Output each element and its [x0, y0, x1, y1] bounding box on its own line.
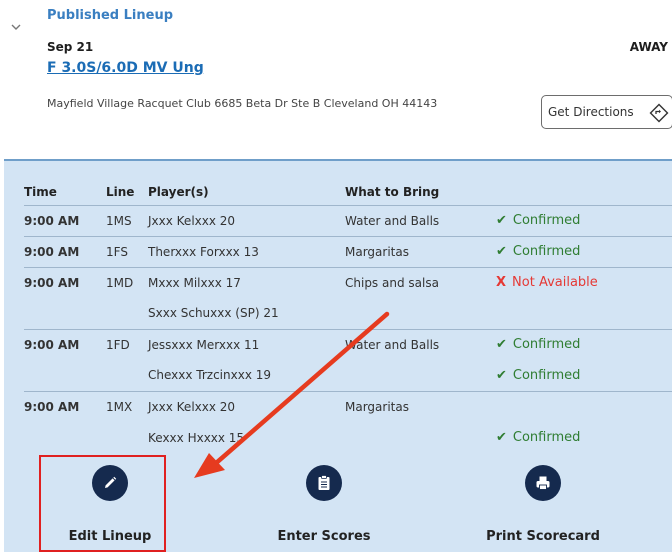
header-time: Time: [24, 184, 57, 199]
chevron-down-icon[interactable]: [9, 20, 23, 34]
home-away-badge: AWAY: [629, 40, 668, 54]
checkmark-icon: ✔: [496, 430, 507, 445]
table-row: Chexxx Trzcinxxx 19 ✔ Confirmed: [24, 360, 672, 391]
cell-what-to-bring: Margaritas: [345, 399, 409, 414]
cell-status: ✔ Confirmed: [496, 236, 672, 267]
status-badge: X Not Available: [496, 275, 598, 290]
checkmark-icon: ✔: [496, 244, 507, 259]
status-text: Confirmed: [512, 430, 581, 445]
cell-line: 1FS: [106, 244, 128, 259]
status-badge: ✔ Confirmed: [496, 368, 580, 383]
status-badge: ✔ Confirmed: [496, 337, 580, 352]
cell-time: [24, 298, 106, 329]
table-row: 9:00 AM 1FS Therxxx Forxxx 13 Margaritas ✔ Co…: [24, 236, 672, 267]
venue-address: Mayfield Village Racquet Club 6685 Beta …: [47, 97, 438, 110]
status-text: Not Available: [512, 275, 598, 291]
cell-player: Mxxx Milxxx 17: [148, 275, 241, 290]
cell-line: 1MX: [106, 399, 133, 414]
cell-time: 9:00 AM: [24, 213, 80, 228]
match-link[interactable]: F 3.0S/6.0D MV Ung: [47, 60, 204, 76]
scores-icon-circle[interactable]: [306, 465, 342, 501]
checkmark-icon: ✔: [496, 213, 507, 228]
status-badge: ✔ Confirmed: [496, 244, 580, 259]
x-icon: X: [496, 275, 507, 291]
cell-what-to-bring: [345, 422, 496, 453]
header-players: Player(s): [148, 184, 209, 199]
print-scorecard-label: Print Scorecard: [486, 529, 600, 544]
clipboard-icon: [318, 475, 330, 490]
cell-line: 1FD: [106, 337, 130, 352]
print-icon-circle[interactable]: [525, 465, 561, 501]
table-row: Kexxx Hxxxx 15 ✔ Confirmed: [24, 422, 672, 453]
cell-player: Chexxx Trzcinxxx 19: [148, 368, 271, 383]
status-text: Confirmed: [512, 244, 581, 259]
print-scorecard-button[interactable]: Print Scorecard: [453, 465, 633, 544]
header-what-to-bring: What to Bring: [345, 184, 440, 199]
table-row: 9:00 AM 1MX Jxxx Kelxxx 20 Margaritas: [24, 391, 672, 422]
cell-status: X Not Available: [496, 267, 672, 298]
get-directions-button[interactable]: Get Directions: [541, 95, 672, 129]
cell-what-to-bring: [345, 360, 496, 391]
cell-time: 9:00 AM: [24, 337, 80, 352]
table-header-row: Time Line Player(s) What to Bring: [24, 179, 672, 205]
cell-player: Sxxx Schuxxx (SP) 21: [148, 306, 279, 321]
cell-time: 9:00 AM: [24, 399, 80, 414]
cell-status: ✔ Confirmed: [496, 205, 672, 236]
cell-time: [24, 422, 106, 453]
status-text: Confirmed: [512, 367, 581, 383]
section-title: Published Lineup: [47, 8, 174, 23]
cell-line: 1MD: [106, 275, 134, 290]
enter-scores-label: Enter Scores: [277, 529, 371, 544]
cell-what-to-bring: Chips and salsa: [345, 275, 439, 290]
get-directions-label: Get Directions: [548, 105, 634, 119]
cell-status: ✔ Confirmed: [496, 360, 672, 391]
lineup-header: Published Lineup Sep 21 AWAY F 3.0S/6.0D…: [0, 0, 672, 160]
cell-line: [106, 422, 148, 453]
status-badge: ✔ Confirmed: [496, 213, 580, 228]
cell-line: [106, 298, 148, 329]
cell-status: [496, 298, 672, 329]
cell-what-to-bring: [345, 298, 496, 329]
checkmark-icon: ✔: [496, 367, 507, 383]
lineup-table: Time Line Player(s) What to Bring 9:00 A…: [24, 179, 672, 453]
status-badge: ✔ Confirmed: [496, 430, 580, 445]
cell-what-to-bring: Water and Balls: [345, 213, 440, 228]
cell-player: Therxxx Forxxx 13: [148, 244, 259, 259]
enter-scores-button[interactable]: Enter Scores: [234, 465, 414, 544]
cell-player: Jxxx Kelxxx 20: [148, 213, 236, 228]
table-row: 9:00 AM 1FD Jessxxx Merxxx 11 Water and Bal…: [24, 329, 672, 360]
status-text: Confirmed: [512, 337, 581, 353]
cell-what-to-bring: Margaritas: [345, 244, 409, 259]
cell-time: [24, 360, 106, 391]
header-status: [496, 179, 672, 205]
cell-player: Kexxx Hxxxx 15: [148, 430, 245, 445]
cell-player: Jessxxx Merxxx 11: [148, 337, 260, 352]
cell-what-to-bring: Water and Balls: [345, 337, 440, 352]
cell-player: Jxxx Kelxxx 20: [148, 399, 236, 414]
cell-status: ✔ Confirmed: [496, 329, 672, 360]
cell-line: 1MS: [106, 213, 132, 228]
match-date: Sep 21: [47, 40, 94, 54]
cell-time: 9:00 AM: [24, 275, 80, 290]
table-row: Sxxx Schuxxx (SP) 21: [24, 298, 672, 329]
header-line: Line: [106, 184, 135, 199]
annotation-highlight-box: [39, 455, 166, 552]
directions-icon: [649, 103, 669, 123]
cell-status: ✔ Confirmed: [496, 422, 672, 453]
printer-icon: [536, 476, 550, 490]
cell-time: 9:00 AM: [24, 244, 80, 259]
cell-status: [496, 391, 672, 422]
table-row: 9:00 AM 1MD Mxxx Milxxx 17 Chips and salsa X…: [24, 267, 672, 298]
table-row: 9:00 AM 1MS Jxxx Kelxxx 20 Water and Balls ✔…: [24, 205, 672, 236]
checkmark-icon: ✔: [496, 337, 507, 353]
status-text: Confirmed: [512, 213, 581, 228]
cell-line: [106, 360, 148, 391]
